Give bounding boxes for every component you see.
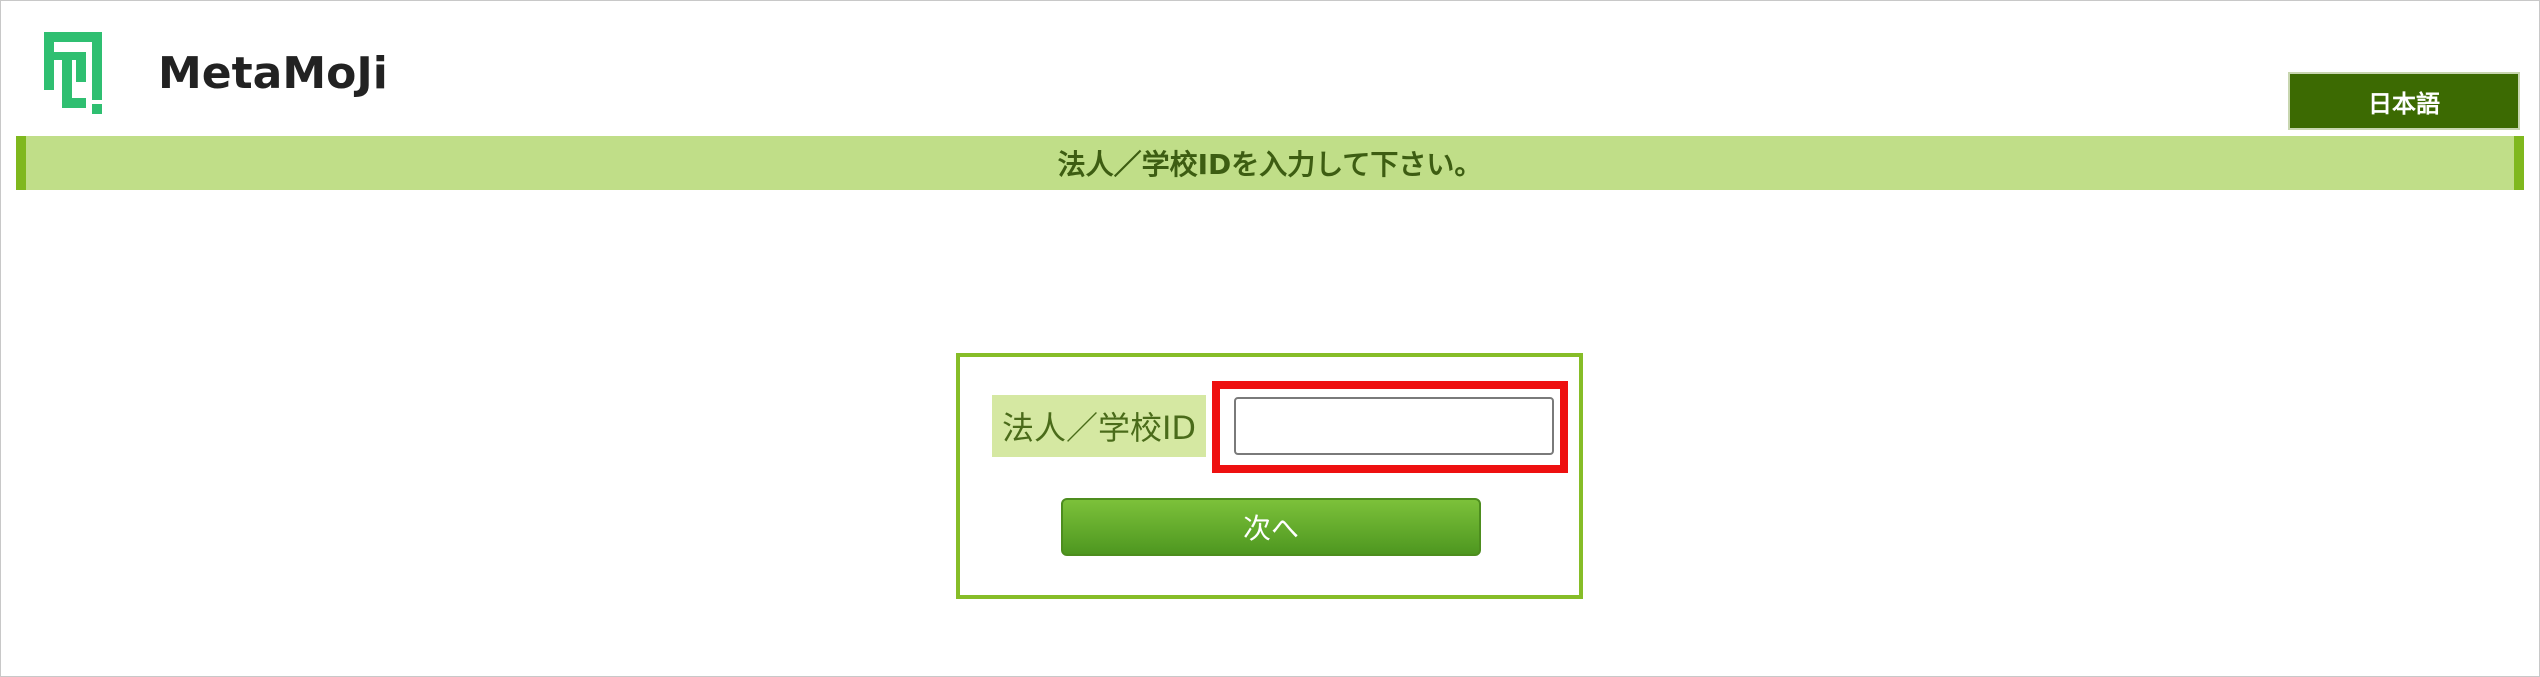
next-button[interactable]: 次へ [1061, 498, 1481, 556]
logo: MetaMoJi [40, 28, 388, 118]
corporate-id-input[interactable] [1234, 397, 1554, 455]
language-button[interactable]: 日本語 [2288, 72, 2520, 130]
brand-name: MetaMoJi [158, 47, 388, 99]
instruction-banner: 法人／学校IDを入力して下さい。 [16, 136, 2524, 190]
id-label: 法人／学校ID [992, 395, 1206, 457]
login-form: 法人／学校ID 次へ [956, 353, 1583, 599]
metamoji-logo-icon [40, 28, 124, 118]
banner-text: 法人／学校IDを入力して下さい。 [1057, 148, 1483, 181]
